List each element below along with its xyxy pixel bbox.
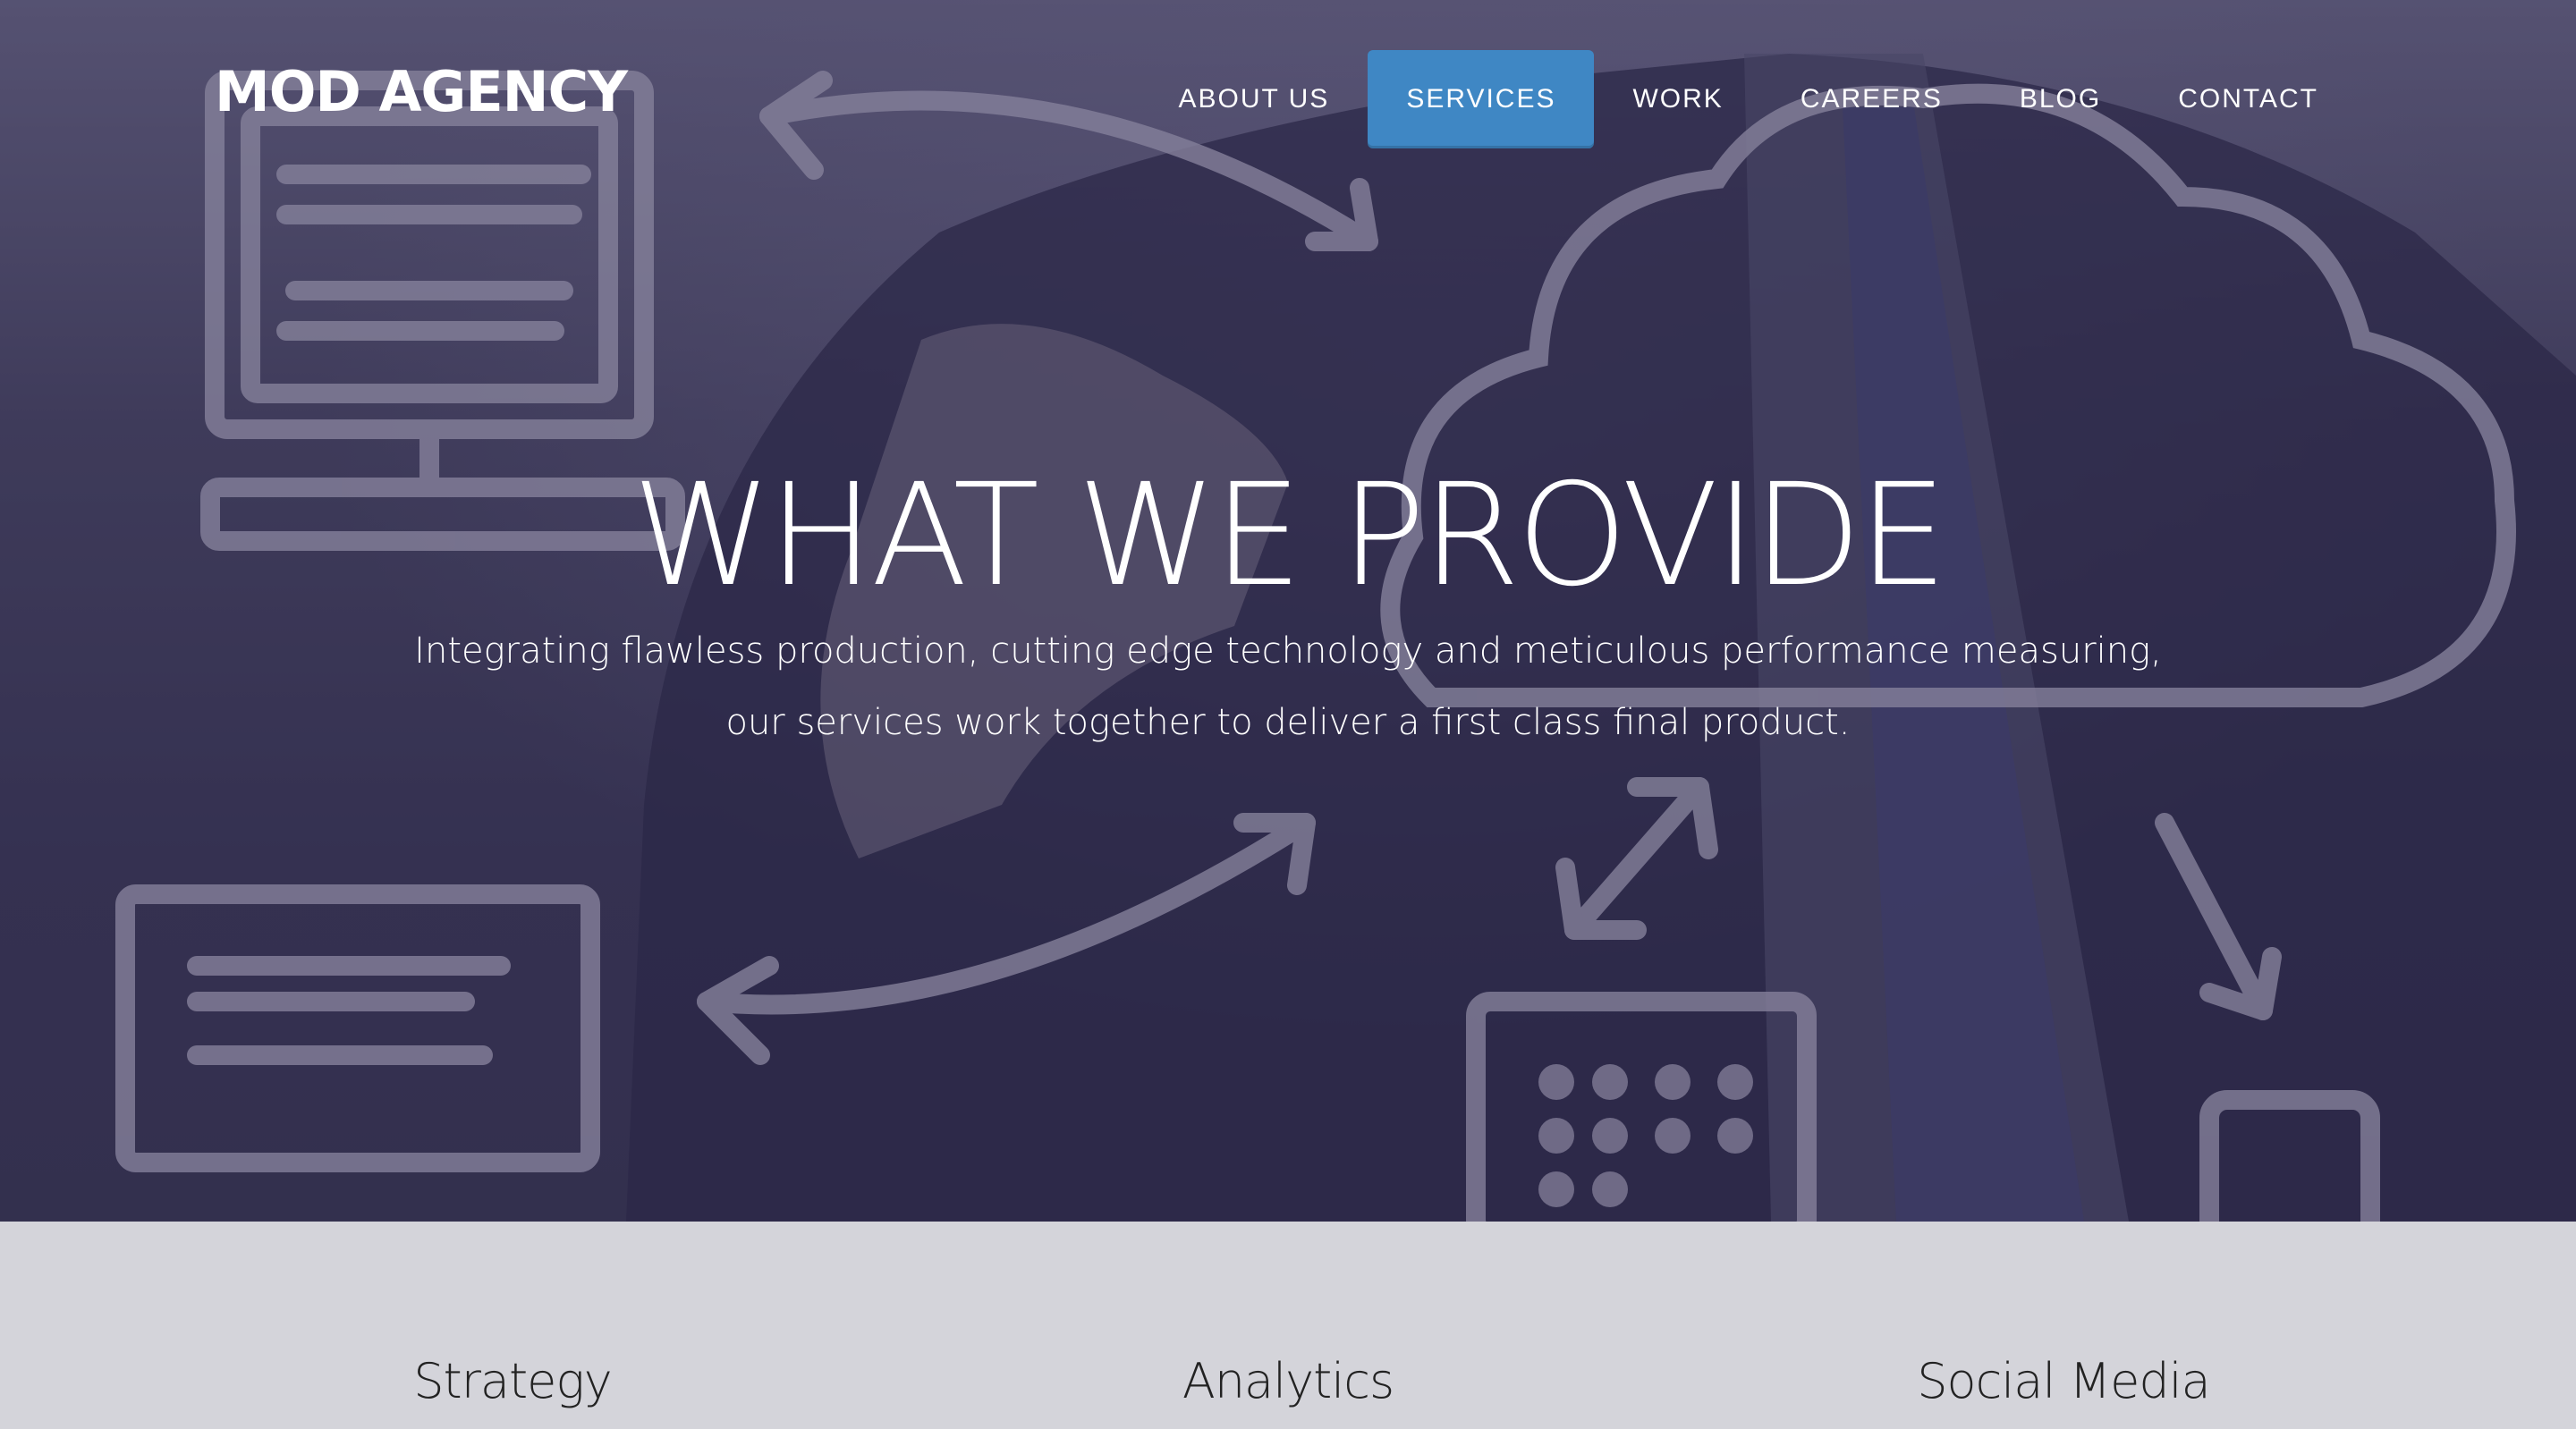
service-heading-social-media: Social Media: [1917, 1353, 2210, 1409]
service-heading-strategy: Strategy: [413, 1353, 613, 1409]
nav-item-services[interactable]: SERVICES: [1368, 50, 1595, 148]
page: MOD AGENCY ABOUT US SERVICES WORK CAREER…: [0, 0, 2576, 1429]
hero-title: WHAT WE PROVIDE: [631, 453, 1948, 618]
nav-item-blog[interactable]: BLOG: [1981, 50, 2140, 148]
services-section: Strategy Analytics Social Media: [0, 1222, 2576, 1429]
nav-item-about-us[interactable]: ABOUT US: [1140, 50, 1368, 148]
main-nav: ABOUT US SERVICES WORK CAREERS BLOG CONT…: [1140, 50, 2576, 148]
nav-item-contact[interactable]: CONTACT: [2140, 50, 2357, 148]
hero-subtitle: Integrating flawless production, cutting…: [414, 630, 2162, 743]
site-logo[interactable]: MOD AGENCY: [215, 64, 628, 120]
nav-item-work[interactable]: WORK: [1594, 50, 1761, 148]
service-heading-analytics: Analytics: [1182, 1353, 1394, 1409]
nav-item-careers[interactable]: CAREERS: [1762, 50, 1981, 148]
hero-section: MOD AGENCY ABOUT US SERVICES WORK CAREER…: [0, 0, 2576, 1222]
